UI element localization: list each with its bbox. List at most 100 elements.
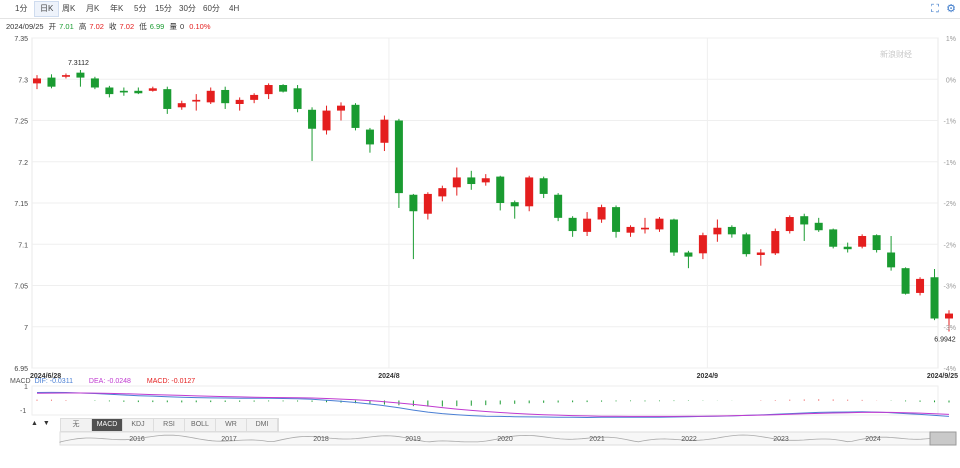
- candle-body[interactable]: [148, 88, 157, 91]
- candle-body[interactable]: [698, 235, 707, 254]
- indicator-kdj[interactable]: KDJ: [123, 419, 154, 431]
- candle-body[interactable]: [872, 235, 881, 251]
- candle-body[interactable]: [800, 216, 809, 225]
- candle-body[interactable]: [33, 78, 41, 84]
- y-tick-label: 6.95: [14, 366, 28, 373]
- candle-body[interactable]: [134, 90, 143, 94]
- candle-body[interactable]: [713, 227, 722, 235]
- candle-body[interactable]: [76, 72, 85, 78]
- candle-body[interactable]: [756, 252, 765, 255]
- watermark-text: 新浪财经: [880, 49, 912, 59]
- timeline-year-label: 2024: [865, 436, 881, 443]
- candle-body[interactable]: [365, 129, 374, 145]
- timeline-year-label: 2023: [773, 436, 789, 443]
- candle-body[interactable]: [481, 178, 490, 183]
- x-tick-label: 2024/9: [697, 373, 719, 380]
- y-tick-label: 7.1: [18, 242, 28, 249]
- candle-body[interactable]: [539, 178, 548, 194]
- right-tick-label: -2%: [944, 201, 956, 208]
- candle-body[interactable]: [829, 229, 838, 247]
- candle-body[interactable]: [250, 94, 259, 100]
- candle-body[interactable]: [858, 236, 867, 247]
- candle-body[interactable]: [206, 90, 215, 103]
- candle-body[interactable]: [264, 85, 273, 95]
- candle-body[interactable]: [423, 193, 432, 214]
- candle-body[interactable]: [510, 202, 519, 207]
- nav-up-icon[interactable]: ▲: [31, 420, 38, 427]
- indicator-rsi[interactable]: RSI: [154, 419, 185, 431]
- candle-body[interactable]: [655, 218, 664, 230]
- candle-body[interactable]: [742, 234, 751, 255]
- indicator-wr[interactable]: WR: [216, 419, 247, 431]
- candle-body[interactable]: [496, 176, 505, 203]
- candle-body[interactable]: [467, 177, 476, 185]
- candle-body[interactable]: [568, 217, 577, 232]
- candle-body[interactable]: [322, 110, 331, 131]
- candle-body[interactable]: [771, 231, 780, 254]
- candle-body[interactable]: [612, 207, 621, 232]
- candle-body[interactable]: [452, 177, 461, 188]
- candle-body[interactable]: [785, 217, 794, 232]
- candle-body[interactable]: [641, 227, 649, 230]
- y-tick-label: 7.25: [14, 119, 28, 126]
- candle-body[interactable]: [525, 177, 534, 207]
- candle-body[interactable]: [61, 75, 70, 77]
- candle-body[interactable]: [669, 219, 678, 253]
- y-tick-label: 7: [24, 325, 28, 332]
- right-tick-label: 0%: [946, 77, 956, 84]
- indicator-boll[interactable]: BOLL: [185, 419, 216, 431]
- right-tick-label: -1%: [944, 160, 956, 167]
- candle-body[interactable]: [308, 109, 317, 129]
- candle-body[interactable]: [351, 104, 360, 128]
- candle-body[interactable]: [394, 120, 403, 194]
- candle-body[interactable]: [163, 89, 172, 109]
- candle-body[interactable]: [293, 88, 302, 109]
- kline-chart[interactable]: 新浪财经 7.35 7.3 7.25 7.2 7.15 7.1 7.05 7 6.95 1% 0% -…: [0, 0, 960, 468]
- candle-body[interactable]: [380, 119, 389, 143]
- candle-body[interactable]: [814, 222, 823, 231]
- indicator-tabs: 无 MACD KDJ RSI BOLL WR DMI: [60, 418, 279, 432]
- indicator-dmi[interactable]: DMI: [247, 419, 278, 431]
- timeline-year-label: 2022: [681, 436, 697, 443]
- candle-body[interactable]: [105, 87, 114, 95]
- right-tick-label: -3%: [944, 325, 956, 332]
- candle-body[interactable]: [221, 89, 230, 104]
- candle-body[interactable]: [583, 218, 592, 232]
- macd-dif: DIF: -0.0311: [34, 378, 73, 385]
- candle-body[interactable]: [916, 278, 925, 293]
- candle-body[interactable]: [235, 99, 244, 104]
- candle-body[interactable]: [930, 277, 939, 319]
- timeline-handle[interactable]: [929, 431, 957, 446]
- right-tick-label: -4%: [944, 366, 956, 373]
- candle-body[interactable]: [684, 252, 693, 257]
- right-tick-label: -1%: [944, 119, 956, 126]
- candle-body[interactable]: [887, 252, 896, 268]
- candle-body[interactable]: [47, 77, 56, 87]
- x-tick-label: 2024/9/25: [927, 373, 958, 380]
- nav-down-icon[interactable]: ▼: [43, 420, 50, 427]
- candle-body[interactable]: [597, 207, 606, 220]
- macd-value: MACD: -0.0127: [146, 378, 196, 385]
- candle-body[interactable]: [337, 105, 345, 111]
- candle-body[interactable]: [409, 194, 418, 212]
- indicator-macd[interactable]: MACD: [92, 419, 123, 431]
- candle-body[interactable]: [901, 268, 910, 294]
- candle-body[interactable]: [554, 194, 563, 218]
- candle-body[interactable]: [843, 246, 852, 250]
- macd-frame: [31, 385, 939, 416]
- timeline-navigator[interactable]: [59, 431, 931, 446]
- candle-body[interactable]: [177, 103, 186, 108]
- indicator-none[interactable]: 无: [61, 419, 92, 431]
- right-tick-label: -2%: [944, 242, 956, 249]
- candle-body[interactable]: [119, 90, 128, 93]
- candle-body[interactable]: [279, 85, 288, 92]
- candle-body[interactable]: [90, 78, 99, 88]
- timeline-year-label: 2020: [497, 436, 513, 443]
- candle-body[interactable]: [438, 188, 447, 197]
- right-tick-label: 1%: [946, 36, 956, 43]
- candle-body[interactable]: [945, 313, 953, 319]
- candle-body[interactable]: [192, 99, 201, 102]
- candle-body[interactable]: [626, 226, 635, 233]
- candle-body[interactable]: [727, 226, 736, 235]
- timeline-year-label: 2021: [589, 436, 605, 443]
